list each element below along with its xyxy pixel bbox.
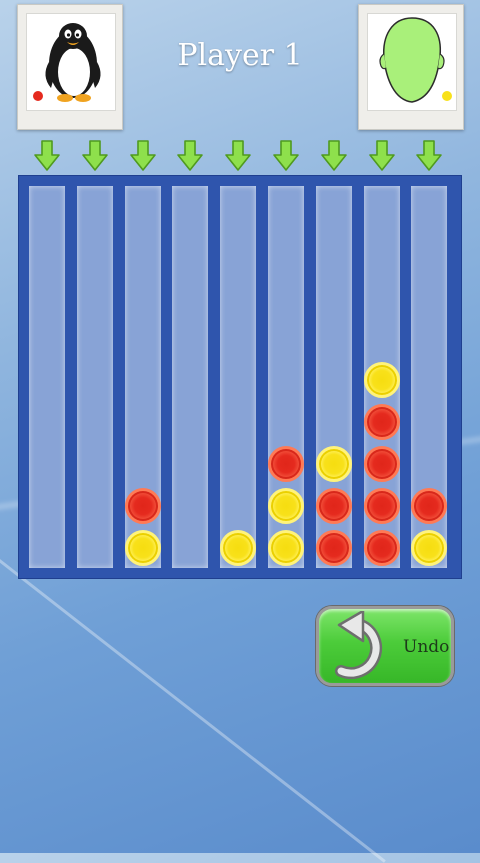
undo-label: Undo [403,637,450,657]
drop-arrow-col-4[interactable] [176,140,204,172]
board-column-5[interactable] [220,186,257,568]
red-disc [124,488,161,524]
drop-arrow-col-2[interactable] [81,140,109,172]
yellow-disc [268,488,304,524]
player1-avatar-frame [26,13,116,111]
undo-button[interactable]: Undo [316,606,454,686]
yellow-disc [124,530,161,566]
drop-arrow-col-8[interactable] [368,140,396,172]
drop-arrow-col-1[interactable] [33,140,61,172]
red-disc [315,530,352,566]
drop-arrow-col-7[interactable] [320,140,348,172]
red-disc [363,404,400,440]
current-player-label: Player 1 [177,38,303,73]
background-decoration [0,540,386,863]
player1-avatar-card [17,4,123,130]
yellow-disc [220,530,257,566]
board-column-4[interactable] [172,186,209,568]
game-board [19,176,461,578]
player1-color-dot [33,91,43,101]
player2-color-dot [442,91,452,101]
board-column-1[interactable] [29,186,65,568]
red-disc [363,446,400,482]
undo-arrow-icon [335,611,383,680]
yellow-disc [268,530,304,566]
drop-arrow-col-5[interactable] [224,140,252,172]
board-column-2[interactable] [76,186,113,568]
red-disc [363,530,400,566]
player2-avatar-card [358,4,464,130]
player2-avatar-frame [367,13,457,111]
drop-arrow-col-3[interactable] [129,140,157,172]
yellow-disc [315,446,352,482]
red-disc [363,488,400,524]
red-disc [268,446,304,482]
drop-arrow-col-6[interactable] [272,140,300,172]
yellow-disc [363,362,400,398]
red-disc [315,488,352,524]
drop-arrow-col-9[interactable] [415,140,443,172]
